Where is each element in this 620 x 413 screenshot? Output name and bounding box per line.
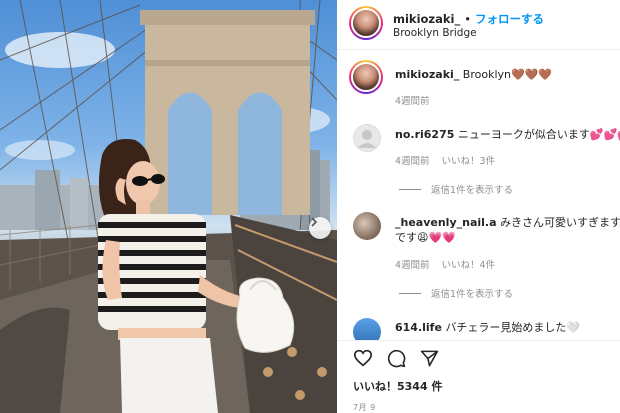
post-date[interactable]: 7月 9: [353, 402, 376, 413]
comment-avatar[interactable]: [353, 318, 381, 340]
caption-text: Brooklyn🤎🤎🤎: [462, 68, 553, 81]
comment-username[interactable]: _heavenly_nail.a: [395, 216, 497, 229]
comment-avatar[interactable]: [353, 124, 381, 152]
comment-time[interactable]: 4週間前: [395, 156, 430, 167]
comment-icon[interactable]: [387, 349, 406, 368]
post-side-panel: mikiozaki_ • フォローする Brooklyn Bridge mikioz…: [337, 0, 620, 413]
comment-text-continued: です😩💗💗: [395, 231, 456, 244]
comment-row: 614.life バチェラー見始めました🤍: [337, 316, 620, 340]
replies-divider: [399, 188, 421, 190]
author-username[interactable]: mikiozaki_: [393, 12, 460, 26]
post-header: mikiozaki_ • フォローする Brooklyn Bridge: [337, 0, 620, 50]
view-replies-button[interactable]: 返信1件を表示する: [399, 182, 513, 196]
chevron-right-icon: [311, 217, 318, 227]
separator-dot: •: [464, 12, 472, 26]
caption-time[interactable]: 4週間前: [395, 96, 430, 107]
author-avatar[interactable]: [349, 6, 383, 40]
comment-text: みきさん可愛いすぎます❤: [500, 216, 620, 229]
view-replies-label: 返信1件を表示する: [431, 289, 514, 300]
comment-text: ニューヨークが似合います💕💕💕: [457, 128, 620, 141]
follow-button[interactable]: フォローする: [475, 12, 544, 26]
default-avatar-icon: [358, 130, 376, 148]
location-link[interactable]: Brooklyn Bridge: [393, 27, 477, 39]
heart-icon[interactable]: [353, 349, 373, 367]
share-icon[interactable]: [420, 349, 439, 368]
caption-avatar[interactable]: [349, 60, 383, 94]
view-replies-label: 返信1件を表示する: [431, 185, 514, 196]
next-photo-button[interactable]: [309, 217, 331, 239]
view-replies-button[interactable]: 返信1件を表示する: [399, 286, 513, 300]
action-bar: [337, 340, 620, 374]
replies-divider: [399, 292, 421, 294]
likes-count[interactable]: いいね！5344 件: [353, 378, 442, 394]
comment-text: バチェラー見始めました🤍: [445, 321, 581, 334]
brooklyn-bridge-photo: [0, 0, 337, 413]
comment-avatar[interactable]: [353, 212, 381, 240]
comment-likes[interactable]: いいね！3件: [442, 156, 496, 167]
comment-username[interactable]: no.ri6275: [395, 128, 454, 141]
comment-username[interactable]: 614.life: [395, 321, 442, 334]
caption-username[interactable]: mikiozaki_: [395, 68, 459, 81]
comment-time[interactable]: 4週間前: [395, 260, 430, 271]
post-photo: [0, 0, 337, 413]
comment-likes[interactable]: いいね！4件: [442, 260, 496, 271]
